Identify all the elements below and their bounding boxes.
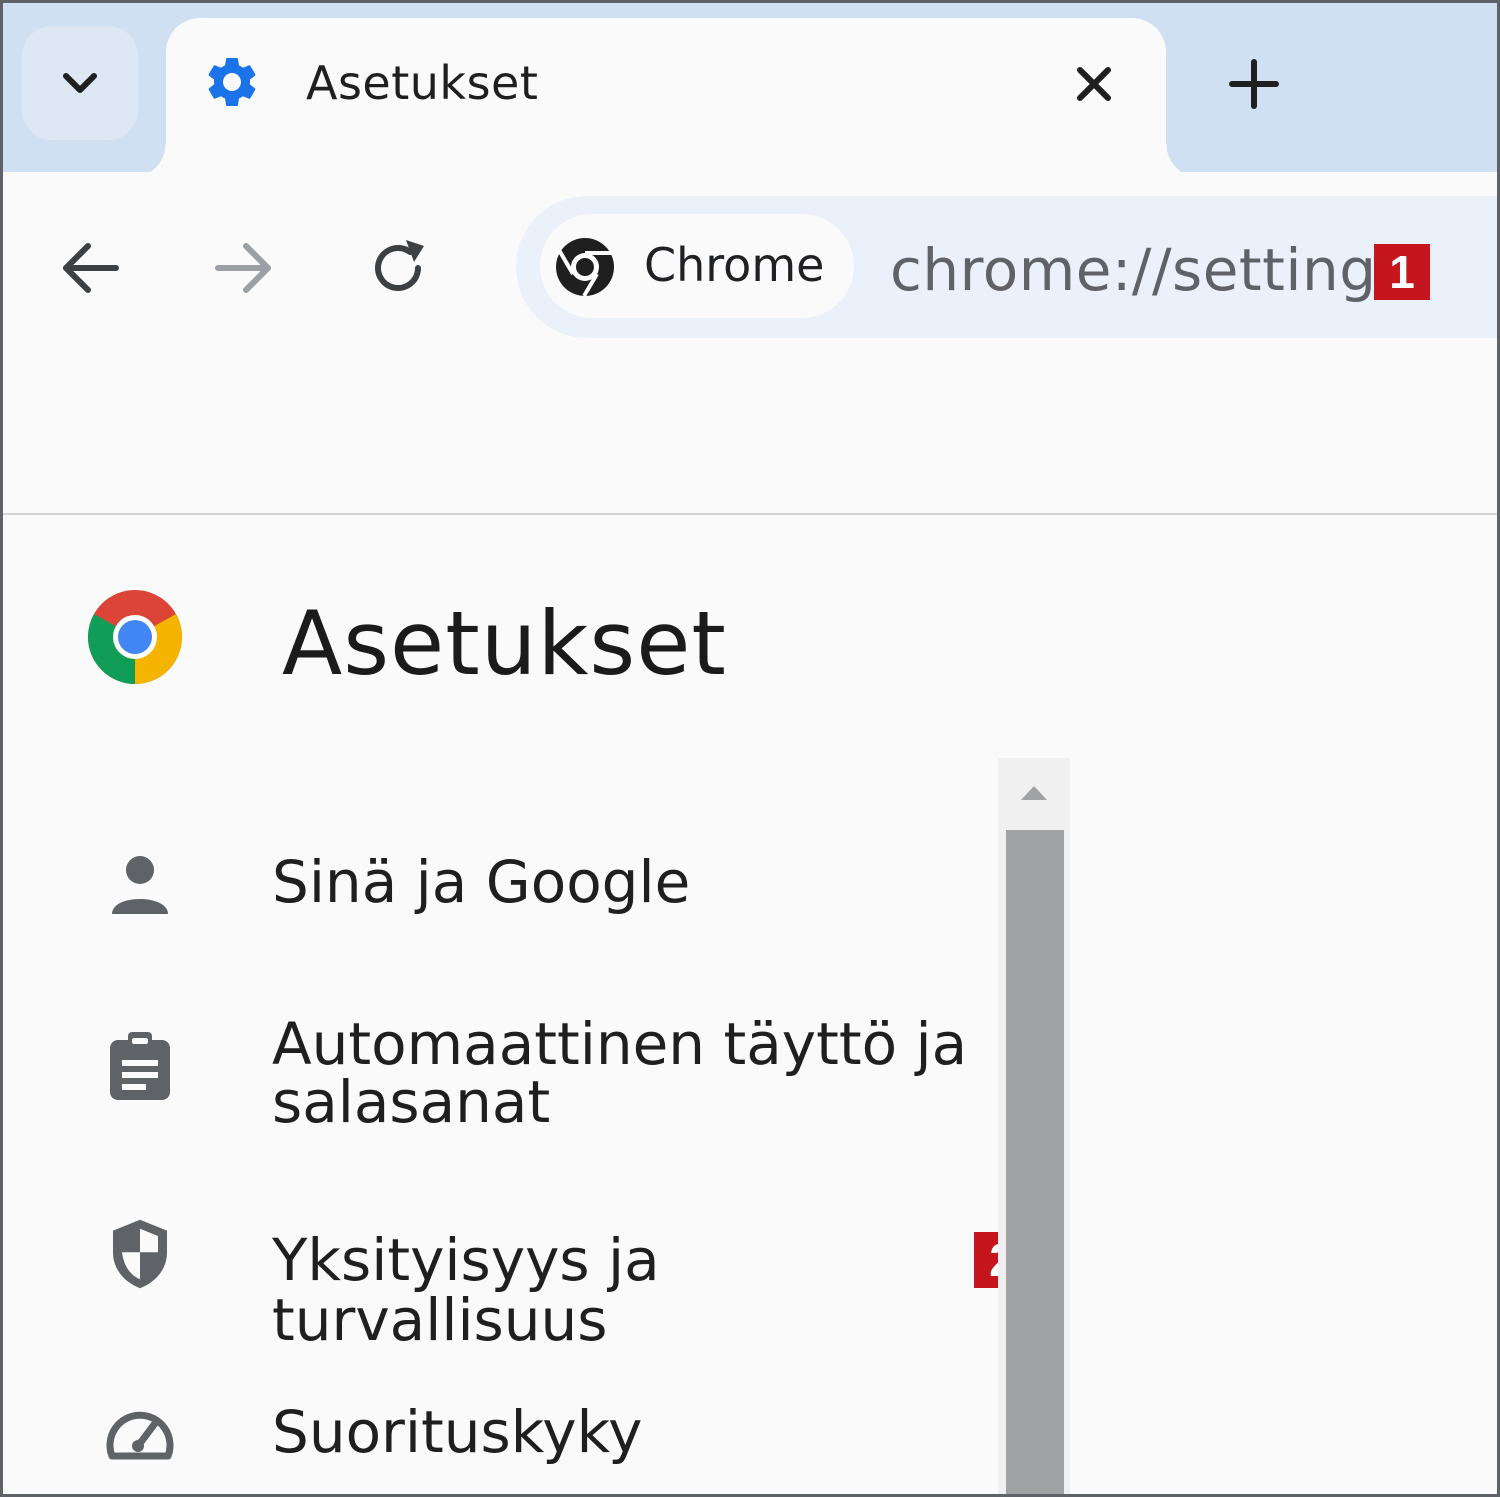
url-text: chrome://settings — [890, 236, 1408, 304]
address-bar[interactable]: Chrome chrome://settings — [516, 196, 1500, 338]
close-icon[interactable] — [1072, 62, 1116, 106]
sidebar-item-label-line2: salasanat — [272, 1068, 551, 1136]
sidebar-item-you-and-google[interactable]: Sinä ja Google — [0, 840, 1000, 930]
triangle-up-icon — [1021, 786, 1047, 800]
scroll-up-button[interactable] — [998, 758, 1070, 828]
back-arrow-icon[interactable] — [58, 236, 122, 300]
sidebar-item-autofill[interactable]: Automaattinen täyttö ja salasanat — [0, 1010, 1000, 1140]
tab-title: Asetukset — [306, 56, 539, 110]
tab-strip: Asetukset — [0, 0, 1500, 178]
sidebar-scrollbar[interactable] — [998, 758, 1070, 1497]
sidebar-item-label-line1: Automaattinen täyttö ja — [272, 1010, 968, 1078]
tab-search-button[interactable] — [22, 26, 138, 140]
sidebar-item-label: Yksityisyys ja turvallisuus — [272, 1226, 660, 1354]
shield-icon — [113, 1219, 167, 1289]
person-icon — [112, 856, 168, 914]
chip-label: Chrome — [644, 238, 825, 292]
scroll-thumb[interactable] — [1006, 830, 1064, 1497]
sidebar-item-privacy-security[interactable]: Yksityisyys ja turvallisuus 2 — [0, 1214, 1030, 1350]
reload-icon[interactable] — [366, 236, 430, 300]
speedometer-icon — [106, 1411, 174, 1460]
chevron-down-icon — [63, 73, 97, 93]
sidebar-item-label: Suorituskyky — [272, 1398, 643, 1466]
gear-icon — [208, 58, 256, 106]
sidebar-item-label: Sinä ja Google — [272, 848, 691, 916]
chrome-logo-icon — [556, 238, 614, 298]
page-title: Asetukset — [282, 592, 727, 695]
tab-settings[interactable]: Asetukset — [132, 18, 1200, 178]
forward-arrow-icon[interactable] — [212, 236, 276, 300]
chrome-logo-icon — [87, 590, 182, 684]
sidebar-item-performance[interactable]: Suorituskyky — [0, 1392, 1000, 1482]
clipboard-icon — [110, 1032, 170, 1100]
site-info-chip[interactable]: Chrome — [540, 214, 854, 318]
toolbar: Chrome chrome://settings 1 — [0, 172, 1500, 362]
callout-marker-1: 1 — [1374, 244, 1430, 300]
toolbar-divider — [0, 513, 1500, 515]
new-tab-plus-icon[interactable] — [1226, 56, 1282, 112]
